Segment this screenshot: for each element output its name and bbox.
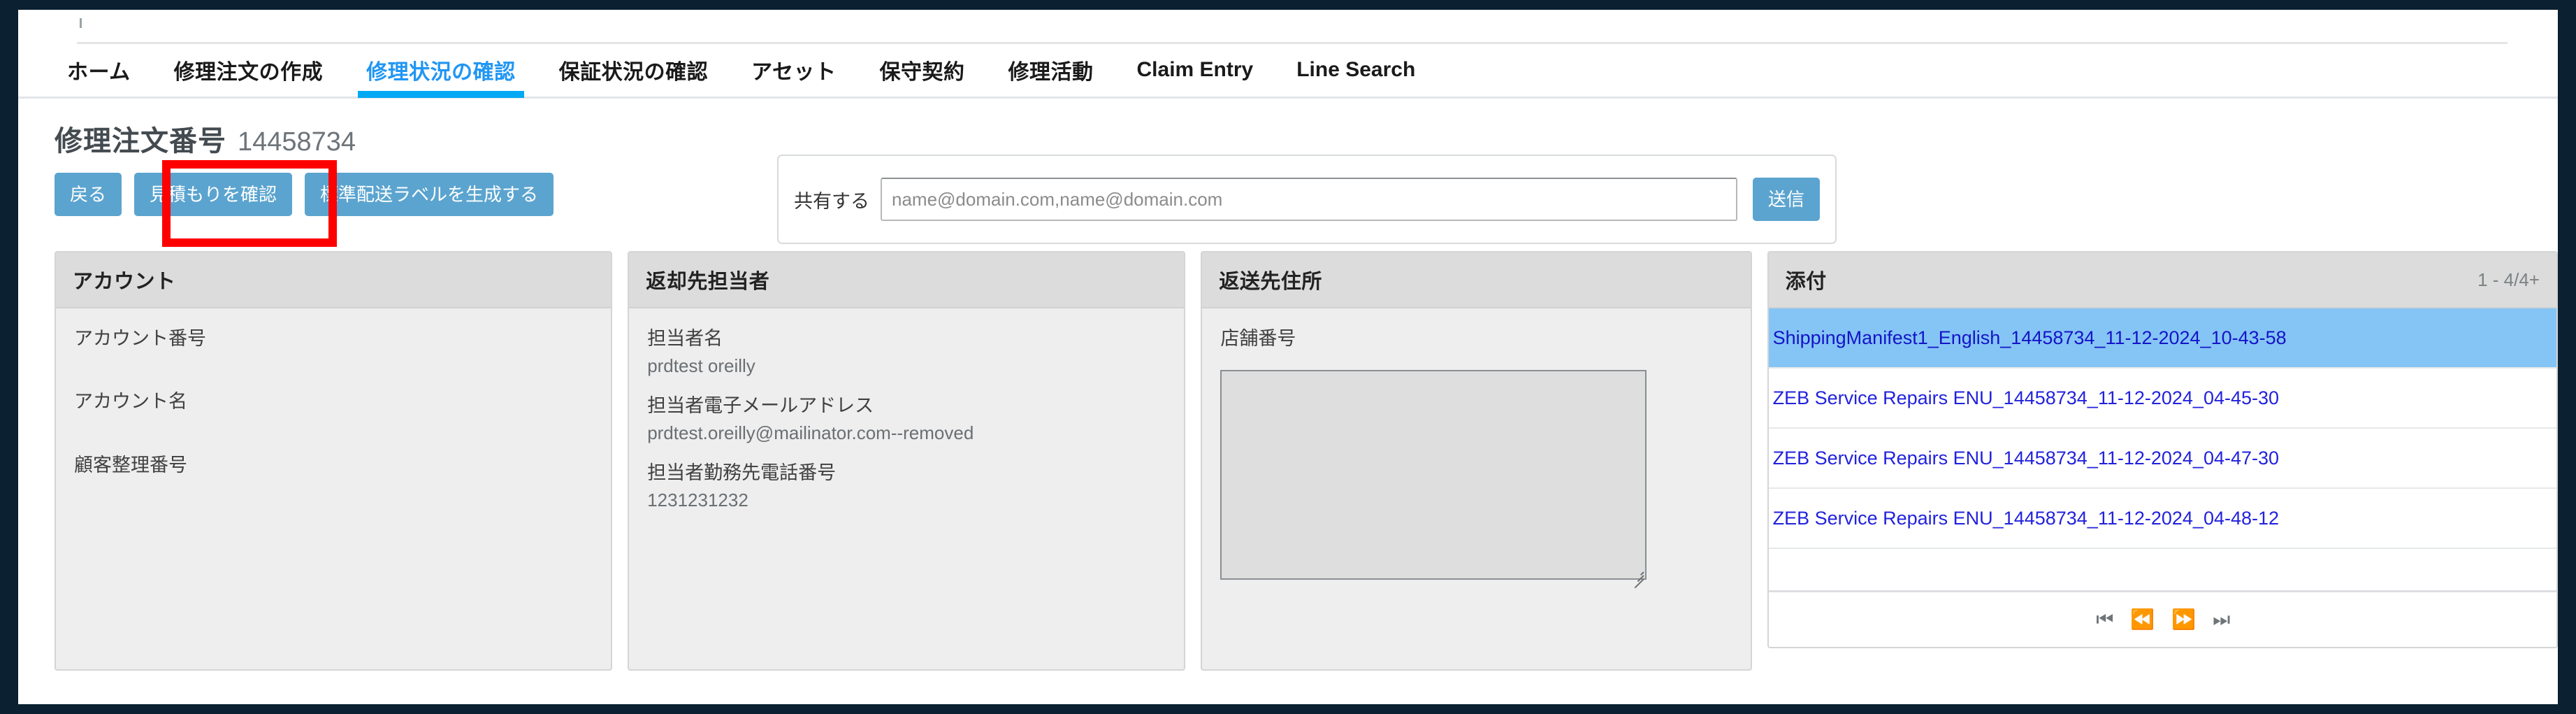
application-window: ホーム 修理注文の作成 修理状況の確認 保証状況の確認 アセット 保守契約 修理活動 Clai… bbox=[18, 10, 2558, 704]
previous-page-icon[interactable]: ⏪ bbox=[2130, 610, 2155, 629]
nav-item-7[interactable]: Claim Entry bbox=[1137, 43, 1254, 98]
attachment-row[interactable]: ShippingManifest1_English_14458734_11-12… bbox=[1768, 308, 2556, 369]
attachment-link[interactable]: ZEB Service Repairs ENU_14458734_11-12-2… bbox=[1773, 387, 2279, 409]
text-cursor-icon bbox=[80, 18, 82, 28]
contact-field-label-1: 担当者電子メールアドレス bbox=[647, 395, 874, 417]
account-card: アカウント アカウント番号 アカウント名 顧客整理番号 bbox=[55, 251, 613, 671]
attachment-row[interactable]: ZEB Service Repairs ENU_14458734_11-12-2… bbox=[1768, 489, 2556, 549]
attachments-card-title: 添付 bbox=[1785, 271, 1827, 293]
next-page-icon[interactable]: ⏩ bbox=[2171, 610, 2196, 629]
attachments-list: ShippingManifest1_English_14458734_11-12… bbox=[1768, 308, 2556, 549]
view-quote-button[interactable]: 見積もりを確認 bbox=[134, 173, 293, 216]
contact-field-1: 担当者電子メールアドレス prdtest.oreilly@mailinator.c… bbox=[647, 392, 1166, 447]
account-card-title: アカウント bbox=[73, 271, 176, 293]
account-field-label-1: アカウント名 bbox=[74, 391, 187, 413]
nav-item-4[interactable]: アセット bbox=[751, 43, 836, 98]
nav-item-6[interactable]: 修理活動 bbox=[1008, 43, 1094, 98]
attachment-row[interactable]: ZEB Service Repairs ENU_14458734_11-12-2… bbox=[1768, 369, 2556, 429]
attachment-link[interactable]: ShippingManifest1_English_14458734_11-12… bbox=[1773, 327, 2287, 349]
nav-item-0[interactable]: ホーム bbox=[67, 43, 131, 98]
account-field-label-0: アカウント番号 bbox=[74, 328, 206, 349]
detail-cards-row: アカウント アカウント番号 アカウント名 顧客整理番号 返却先担当者 担当者名 prd… bbox=[18, 251, 2558, 671]
account-field-2: 顧客整理番号 bbox=[74, 452, 593, 478]
nav-item-3[interactable]: 保証状況の確認 bbox=[559, 43, 709, 98]
return-address-card-header: 返送先住所 bbox=[1202, 252, 1751, 308]
send-button[interactable]: 送信 bbox=[1752, 178, 1820, 221]
action-toolbar: 戻る 見積もりを確認 標準配送ラベルを生成する 共有する 送信 bbox=[18, 155, 2558, 251]
page-title-number: 14458734 bbox=[238, 127, 356, 157]
page-title-label: 修理注文番号 bbox=[55, 126, 226, 157]
contact-field-value-1: prdtest.oreilly@mailinator.com--removed bbox=[647, 422, 974, 444]
account-card-body: アカウント番号 アカウント名 顧客整理番号 bbox=[56, 308, 611, 478]
account-card-header: アカウント bbox=[56, 252, 612, 308]
account-field-1: アカウント名 bbox=[74, 388, 593, 415]
contact-field-label-0: 担当者名 bbox=[647, 328, 723, 349]
return-address-card-body: 店舗番号 bbox=[1202, 308, 1750, 589]
attachments-count: 1 - 4/4+ bbox=[2477, 269, 2540, 290]
main-navigation: ホーム 修理注文の作成 修理状況の確認 保証状況の確認 アセット 保守契約 修理活動 Clai… bbox=[18, 44, 2558, 99]
top-strip bbox=[18, 10, 2558, 42]
nav-item-1[interactable]: 修理注文の作成 bbox=[174, 43, 324, 98]
attachments-card-header: 添付 1 - 4/4+ bbox=[1768, 252, 2556, 308]
attachment-link[interactable]: ZEB Service Repairs ENU_14458734_11-12-2… bbox=[1773, 508, 2279, 529]
attachments-card: 添付 1 - 4/4+ ShippingManifest1_English_14… bbox=[1767, 251, 2558, 648]
nav-item-2[interactable]: 修理状況の確認 bbox=[358, 43, 524, 98]
return-contact-card: 返却先担当者 担当者名 prdtest oreilly 担当者電子メールアドレス pr… bbox=[628, 251, 1186, 671]
account-field-0: アカウント番号 bbox=[74, 325, 593, 352]
attachment-link[interactable]: ZEB Service Repairs ENU_14458734_11-12-2… bbox=[1773, 448, 2279, 469]
share-panel: 共有する 送信 bbox=[777, 155, 1837, 244]
nav-item-5[interactable]: 保守契約 bbox=[880, 43, 965, 98]
return-contact-card-body: 担当者名 prdtest oreilly 担当者電子メールアドレス prdtest.o… bbox=[629, 308, 1184, 514]
attachment-row[interactable]: ZEB Service Repairs ENU_14458734_11-12-2… bbox=[1768, 429, 2556, 489]
return-contact-card-header: 返却先担当者 bbox=[629, 252, 1185, 308]
return-address-card-title: 返送先住所 bbox=[1219, 271, 1322, 293]
attachments-empty-row bbox=[1768, 549, 2556, 592]
return-contact-card-title: 返却先担当者 bbox=[646, 271, 770, 293]
share-label: 共有する bbox=[794, 190, 869, 212]
store-number-field: 店舗番号 bbox=[1220, 325, 1732, 352]
share-email-input[interactable] bbox=[881, 178, 1737, 221]
page-title: 修理注文番号 14458734 bbox=[18, 99, 2558, 159]
contact-field-value-2: 1231231232 bbox=[647, 490, 748, 511]
contact-field-value-0: prdtest oreilly bbox=[647, 355, 755, 377]
return-address-textarea[interactable] bbox=[1220, 370, 1647, 580]
contact-field-label-2: 担当者勤務先電話番号 bbox=[647, 462, 837, 484]
generate-shipping-label-button[interactable]: 標準配送ラベルを生成する bbox=[305, 173, 554, 216]
store-number-label: 店舗番号 bbox=[1220, 328, 1296, 349]
account-field-label-2: 顧客整理番号 bbox=[74, 454, 187, 476]
back-button[interactable]: 戻る bbox=[55, 173, 122, 216]
attachments-pager: ⏮ ⏪ ⏩ ⏭ bbox=[1768, 592, 2556, 647]
nav-item-8[interactable]: Line Search bbox=[1296, 43, 1415, 98]
last-page-icon[interactable]: ⏭ bbox=[2213, 610, 2230, 629]
contact-field-2: 担当者勤務先電話番号 1231231232 bbox=[647, 459, 1166, 514]
return-address-card: 返送先住所 店舗番号 bbox=[1201, 251, 1752, 671]
first-page-icon[interactable]: ⏮ bbox=[2096, 610, 2113, 629]
contact-field-0: 担当者名 prdtest oreilly bbox=[647, 325, 1166, 380]
